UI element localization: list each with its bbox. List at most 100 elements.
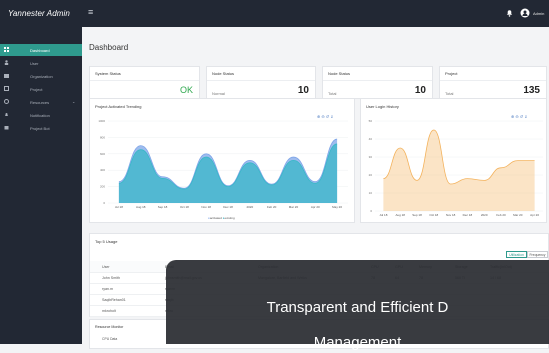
sidebar-item-organization[interactable]: Organization bbox=[0, 70, 82, 82]
sidebar-item-dashboard[interactable]: Dashboard bbox=[0, 44, 82, 56]
sidebar-item-project-bot[interactable]: Project Bot bbox=[0, 122, 82, 134]
x-tick-label: Oct 18 bbox=[180, 205, 189, 209]
legend-label-activated[interactable]: activated bbox=[210, 216, 222, 220]
y-tick-label: 30 bbox=[369, 155, 373, 159]
divider bbox=[90, 80, 199, 81]
stat-card-system-status: System Status OK bbox=[89, 66, 200, 99]
y-tick-label: 0 bbox=[103, 201, 105, 205]
chart-card-user-login-history: User Login History ⊕⊖↺⇓ 0 10 20 30 40 50 Jul 1… bbox=[360, 98, 547, 223]
sidebar-item-label: Resources bbox=[30, 100, 50, 105]
y-tick-label: 200 bbox=[100, 185, 105, 189]
stat-title: Project bbox=[445, 71, 458, 76]
x-tick-label: Mar 20 bbox=[289, 205, 299, 209]
stat-card-node-status-normal: Node Status Normal 10 bbox=[206, 66, 316, 99]
y-tick-label: 0 bbox=[370, 209, 372, 213]
stat-subtitle: Total bbox=[328, 91, 337, 96]
user-name[interactable]: Admin bbox=[533, 11, 544, 16]
x-tick-label: 2020 bbox=[246, 205, 253, 209]
chevron-down-icon: ⌄ bbox=[72, 99, 76, 104]
y-tick-label: 40 bbox=[369, 137, 373, 141]
legend-label-existing[interactable]: existing bbox=[224, 216, 234, 220]
app-logo[interactable]: Yannester Admin bbox=[8, 9, 70, 18]
user-icon bbox=[4, 60, 9, 65]
page-title: Dashboard bbox=[89, 43, 129, 52]
sidebar-item-project[interactable]: Project bbox=[0, 83, 82, 95]
stat-card-project: Project Total 135 bbox=[439, 66, 547, 99]
utilization-button[interactable]: Utilization bbox=[506, 251, 527, 258]
x-tick-label: Jul 18 bbox=[115, 205, 123, 209]
caption-overlay: Transparent and Efficient D Management bbox=[166, 260, 549, 351]
stat-subtitle: Normal bbox=[212, 91, 225, 96]
x-tick-label: Nov 18 bbox=[201, 205, 211, 209]
user-avatar-icon[interactable] bbox=[520, 8, 530, 18]
resource-monitor-title: Resource Monitor bbox=[95, 325, 124, 329]
cell-user: mkroholt bbox=[102, 309, 116, 313]
sidebar-item-notification[interactable]: Notification bbox=[0, 109, 82, 121]
y-tick-label: 20 bbox=[369, 173, 373, 177]
cpu-data-label: CPU Data bbox=[102, 337, 118, 341]
sidebar-item-label: Organization bbox=[30, 74, 53, 79]
divider bbox=[207, 80, 315, 81]
top-bar: Yannester Admin ≡ Admin bbox=[0, 0, 549, 27]
chart-legend: ●activated ●existing bbox=[208, 216, 235, 220]
x-tick-label: Feb 20 bbox=[496, 213, 506, 217]
x-tick-label: Jul 18 bbox=[379, 213, 387, 217]
resources-icon bbox=[4, 99, 9, 104]
sidebar-item-label: Project Bot bbox=[30, 126, 50, 131]
sidebar: Dashboard User Organization Project Reso… bbox=[0, 27, 82, 344]
x-tick-label: Feb 20 bbox=[267, 205, 277, 209]
chart-card-project-activated: Project Activated Trending ⊕⊖↺⇓ 0 200 400 6… bbox=[89, 98, 355, 223]
x-tick-label: Mar 20 bbox=[513, 213, 523, 217]
sidebar-item-resources[interactable]: Resources ⌄ bbox=[0, 96, 82, 108]
cell-user: ryan.m bbox=[102, 287, 113, 291]
y-tick-label: 400 bbox=[100, 168, 105, 172]
x-tick-label: 2020 bbox=[481, 213, 488, 217]
x-tick-label: Aug 18 bbox=[395, 213, 405, 217]
divider bbox=[323, 80, 432, 81]
stat-value: 10 bbox=[414, 85, 426, 96]
sidebar-item-label: Notification bbox=[30, 113, 50, 118]
sidebar-item-user[interactable]: User bbox=[0, 57, 82, 69]
stat-title: System Status bbox=[95, 71, 121, 76]
cell-user: John Smith bbox=[102, 276, 120, 280]
y-tick-label: 1000 bbox=[98, 119, 105, 123]
table-title: Top 5 Usage bbox=[95, 239, 118, 244]
series-area-0 bbox=[383, 130, 535, 211]
stat-value: 10 bbox=[297, 85, 309, 96]
y-tick-label: 10 bbox=[369, 191, 373, 195]
stat-value: OK bbox=[179, 85, 193, 95]
divider bbox=[440, 80, 546, 81]
sidebar-item-label: User bbox=[30, 61, 39, 66]
column-header[interactable]: User bbox=[102, 265, 110, 269]
series-area-existing bbox=[118, 143, 338, 203]
stat-title: Node Status bbox=[328, 71, 351, 76]
overlay-heading: Transparent and Efficient D bbox=[266, 299, 449, 316]
x-tick-label: Sep 18 bbox=[158, 205, 168, 209]
stat-value: 135 bbox=[523, 85, 540, 96]
sidebar-item-label: Project bbox=[30, 87, 43, 92]
x-tick-label: Sep 18 bbox=[412, 213, 422, 217]
frequency-button[interactable]: Frequency bbox=[527, 251, 548, 258]
user-login-history-chart[interactable]: 0 10 20 30 40 50 Jul 18 Aug 18 Sep 18 Oct 18 Nov 1… bbox=[361, 99, 548, 224]
dashboard-icon bbox=[4, 47, 9, 52]
project-icon bbox=[4, 86, 9, 91]
x-tick-label: Apr 20 bbox=[530, 213, 539, 217]
x-tick-label: May 20 bbox=[332, 205, 342, 209]
menu-toggle-icon[interactable]: ≡ bbox=[88, 8, 93, 17]
x-tick-label: Aug 18 bbox=[136, 205, 146, 209]
x-tick-label: Dec 18 bbox=[463, 213, 473, 217]
stat-title: Node Status bbox=[212, 71, 235, 76]
sidebar-item-label: Dashboard bbox=[30, 48, 50, 53]
overlay-subheading: Management bbox=[313, 334, 402, 351]
organization-icon bbox=[4, 73, 9, 78]
x-tick-label: Oct 18 bbox=[429, 213, 438, 217]
y-tick-label: 600 bbox=[100, 152, 105, 156]
x-tick-label: Dec 18 bbox=[223, 205, 233, 209]
y-tick-label: 800 bbox=[100, 135, 105, 139]
cell-user: SaqibRehan01 bbox=[102, 298, 126, 302]
stat-subtitle: Total bbox=[445, 91, 454, 96]
project-activated-chart[interactable]: 0 200 400 600 800 1000 Jul 18 Aug 18 Sep 18 Oct 1… bbox=[90, 99, 356, 224]
stat-card-node-status-total: Node Status Total 10 bbox=[322, 66, 433, 99]
bell-icon[interactable] bbox=[505, 8, 514, 18]
x-tick-label: Nov 18 bbox=[446, 213, 456, 217]
